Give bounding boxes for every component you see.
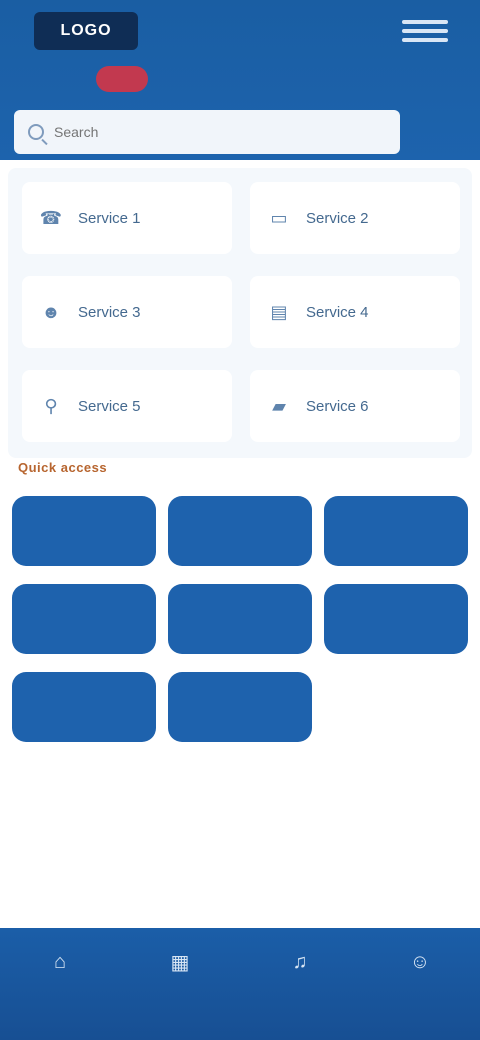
bottom-navigation: ⌂ ▦ ♫ ☺ xyxy=(0,928,480,1040)
bell-icon: ♫ xyxy=(292,950,308,973)
service-item[interactable]: ▤ Service 4 xyxy=(250,276,460,348)
services-panel: ☎ Service 1 ▭ Service 2 ☻ Service 3 ▤ Se… xyxy=(8,168,472,458)
app-header: LOGO xyxy=(0,0,480,160)
home-icon: ⌂ xyxy=(53,950,67,973)
car-icon: ▰ xyxy=(272,395,286,416)
quick-tile[interactable] xyxy=(168,584,312,654)
search-bar[interactable] xyxy=(14,110,400,154)
app-logo[interactable]: LOGO xyxy=(34,12,138,50)
hamburger-icon[interactable] xyxy=(402,20,448,42)
document-icon: ▤ xyxy=(270,301,288,322)
grid-icon: ▦ xyxy=(170,951,190,974)
quick-tile[interactable] xyxy=(12,496,156,566)
quick-tile[interactable] xyxy=(324,496,468,566)
person-icon: ☻ xyxy=(41,301,61,322)
quick-tile[interactable] xyxy=(168,496,312,566)
service-label: Service 6 xyxy=(306,397,369,415)
search-input[interactable] xyxy=(54,124,386,140)
service-label: Service 3 xyxy=(78,303,141,321)
card-icon: ▭ xyxy=(270,207,288,228)
section-title: Quick access xyxy=(18,460,108,475)
quick-tile[interactable] xyxy=(12,672,156,742)
service-label: Service 4 xyxy=(306,303,369,321)
service-label: Service 1 xyxy=(78,209,141,227)
language-switch[interactable] xyxy=(96,66,148,92)
service-item[interactable]: ☻ Service 3 xyxy=(22,276,232,348)
search-icon xyxy=(28,124,44,140)
quick-tile[interactable] xyxy=(12,584,156,654)
location-icon: ⚲ xyxy=(44,395,58,416)
nav-item-home[interactable]: ⌂ xyxy=(20,950,100,982)
nav-item-profile[interactable]: ☺ xyxy=(380,950,460,982)
quick-tile[interactable] xyxy=(168,672,312,742)
quick-tile[interactable] xyxy=(324,584,468,654)
nav-item-services[interactable]: ▦ xyxy=(140,950,220,982)
service-label: Service 2 xyxy=(306,209,369,227)
service-label: Service 5 xyxy=(78,397,141,415)
service-item[interactable]: ▰ Service 6 xyxy=(250,370,460,442)
service-item[interactable]: ☎ Service 1 xyxy=(22,182,232,254)
user-icon: ☺ xyxy=(409,950,431,973)
service-item[interactable]: ▭ Service 2 xyxy=(250,182,460,254)
service-item[interactable]: ⚲ Service 5 xyxy=(22,370,232,442)
nav-item-notifications[interactable]: ♫ xyxy=(260,950,340,982)
phone-icon: ☎ xyxy=(39,207,63,228)
